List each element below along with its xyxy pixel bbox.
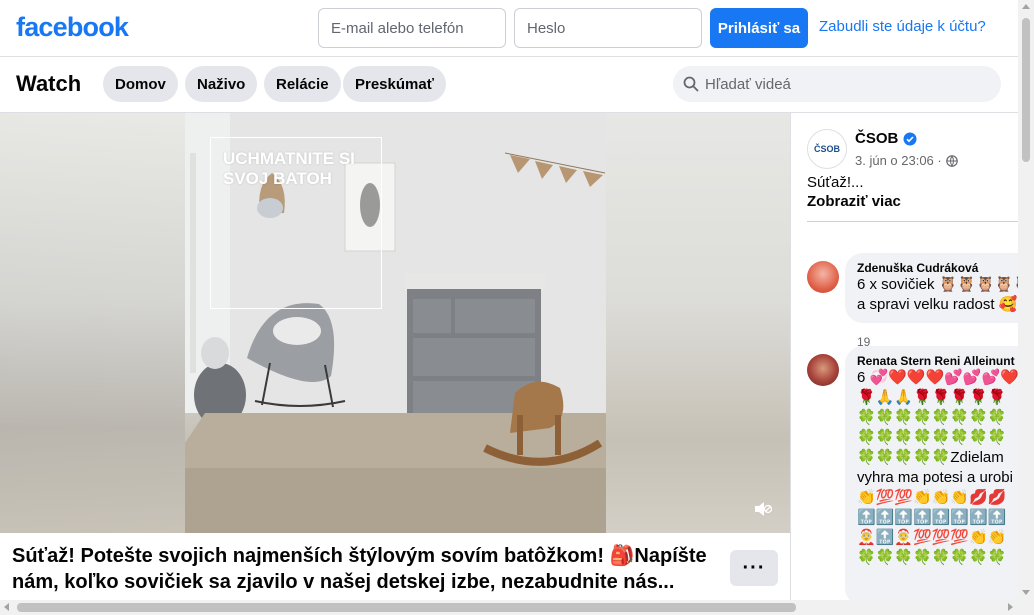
- commenter-avatar[interactable]: [807, 354, 839, 386]
- avatar-text: ČSOB: [813, 144, 840, 154]
- horizontal-scrollbar[interactable]: [0, 600, 1034, 615]
- post-caption: Súťaž! Potešte svojich najmenších štýlov…: [12, 545, 707, 593]
- page-avatar[interactable]: ČSOB: [807, 129, 847, 169]
- search-input[interactable]: Hľadať videá: [673, 66, 1001, 102]
- sound-muted-icon[interactable]: [752, 498, 774, 525]
- tab-home[interactable]: Domov: [103, 66, 178, 102]
- watch-header: Watch Domov Naživo Relácie Preskúmať Hľa…: [0, 57, 1018, 113]
- comment-bubble: Renata Stern Reni Alleinunt 6 💞❤️❤️❤️💕💕💕…: [845, 346, 1018, 600]
- commenter-name[interactable]: Renata Stern Reni Alleinunt: [857, 354, 1018, 368]
- commenter-avatar[interactable]: [807, 261, 839, 293]
- page-title: Watch: [16, 71, 82, 96]
- post-detail-panel: ČSOB ČSOB 3. jún o 23:06 · Súťaž!... Zob…: [790, 113, 1018, 600]
- comment-text-line: 🍀🍀🍀🍀🍀Zdielam: [857, 449, 1004, 466]
- password-field[interactable]: Heslo: [514, 8, 702, 48]
- comment-text-line: 🍀🍀🍀🍀🍀🍀🍀🍀: [857, 429, 1007, 446]
- email-field[interactable]: E-mail alebo telefón: [318, 8, 506, 48]
- forgot-account-link[interactable]: Zabudli ste údaje k účtu?: [819, 18, 986, 35]
- comment-text-line: 🍀🍀🍀🍀🍀🍀🍀🍀: [857, 549, 1007, 566]
- video-frame: UCHMATNITE SI SVOJ BATOH: [185, 113, 606, 533]
- facebook-logo[interactable]: facebook: [16, 12, 129, 43]
- vertical-scrollbar[interactable]: [1018, 0, 1034, 600]
- top-navbar: facebook E-mail alebo telefón Heslo Prih…: [0, 0, 1018, 57]
- comment-bubble: Zdenuška Cudráková 6 x sovičiek 🦉🦉🦉🦉🦉 a …: [845, 253, 1018, 323]
- comment-text-line: 👏💯💯👏👏👏💋💋: [857, 489, 1007, 506]
- globe-icon: [945, 154, 958, 167]
- commenter-name[interactable]: Zdenuška Cudráková: [857, 261, 1018, 275]
- divider: [807, 221, 1018, 222]
- comment-text-line: 🍀🍀🍀🍀🍀🍀🍀🍀: [857, 409, 1007, 426]
- scrollbar-thumb[interactable]: [17, 603, 796, 612]
- comment-text-line: 🔝🔝🔝🔝🔝🔝🔝🔝: [857, 509, 1007, 526]
- overlay-text: UCHMATNITE SI SVOJ BATOH: [223, 149, 355, 188]
- video-blur-left: [0, 113, 185, 533]
- video-player[interactable]: UCHMATNITE SI SVOJ BATOH: [0, 113, 790, 533]
- comment-text-line: a spravi velku radost 🥰🦉: [857, 296, 1018, 313]
- login-button[interactable]: Prihlásiť sa: [710, 8, 808, 48]
- comment-text-line: 6 💞❤️❤️❤️💕💕💕❤️: [857, 369, 1018, 386]
- page-name[interactable]: ČSOB: [855, 130, 898, 147]
- scroll-left-arrow-icon[interactable]: [4, 603, 9, 611]
- page-name-row: ČSOB: [855, 130, 917, 147]
- post-date-row: 3. jún o 23:06 ·: [855, 153, 958, 168]
- scroll-up-arrow-icon[interactable]: [1022, 4, 1030, 9]
- scrollbar-thumb[interactable]: [1022, 18, 1030, 162]
- tab-explore[interactable]: Preskúmať: [343, 66, 446, 102]
- see-more-link[interactable]: Zobraziť viac: [807, 193, 901, 210]
- search-icon: [683, 76, 699, 92]
- comment-text-line: 🤶🔝🤶💯💯💯👏👏: [857, 529, 1007, 546]
- video-blur-right: [606, 113, 790, 533]
- search-placeholder: Hľadať videá: [705, 75, 791, 93]
- tab-shows[interactable]: Relácie: [264, 66, 341, 102]
- tab-live[interactable]: Naživo: [185, 66, 258, 102]
- verified-badge-icon: [903, 132, 917, 145]
- post-text: Súťaž!...: [807, 174, 864, 191]
- more-options-button[interactable]: ···: [730, 550, 778, 586]
- post-date[interactable]: 3. jún o 23:06 ·: [855, 153, 942, 168]
- scroll-right-arrow-icon[interactable]: [1008, 603, 1013, 611]
- scroll-down-arrow-icon[interactable]: [1022, 590, 1030, 595]
- comment-text-line: 6 x sovičiek 🦉🦉🦉🦉🦉: [857, 276, 1018, 293]
- comment-text-line: 🌹🙏🙏🌹🌹🌹🌹🌹: [857, 389, 1007, 406]
- comment-text-line: vyhra ma potesi a urobi: [857, 469, 1013, 486]
